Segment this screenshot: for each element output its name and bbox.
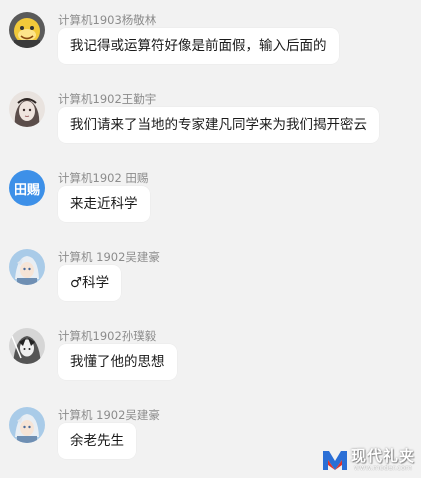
text-avatar[interactable]: 田赐 [9, 170, 45, 206]
message-bubble[interactable]: 余老先生 [58, 423, 136, 459]
message-bubble[interactable]: 我记得或运算符好像是前面假，输入后面的 [58, 28, 339, 64]
anime-character-avatar-icon[interactable] [9, 249, 45, 285]
sender-name: 计算机1902王勤宇 [58, 92, 157, 106]
monochrome-character-avatar-icon[interactable] [9, 328, 45, 364]
yellow-cartoon-avatar-icon[interactable] [9, 12, 45, 48]
sketch-portrait-avatar-icon[interactable] [9, 91, 45, 127]
watermark-url: www.moder.com [353, 464, 412, 472]
message-bubble[interactable]: 来走近科学 [58, 186, 150, 222]
sender-name: 计算机1902孙璞毅 [58, 329, 157, 343]
site-watermark: 现代礼夹 www.moder.com [322, 448, 415, 472]
sender-name: 计算机 1902吴建豪 [58, 250, 160, 264]
message-bubble[interactable]: 我懂了他的思想 [58, 344, 177, 380]
watermark-logo-icon [322, 451, 347, 470]
message-bubble[interactable]: ♂科学 [58, 265, 122, 301]
sender-name: 计算机1902 田赐 [58, 171, 149, 185]
watermark-title: 现代礼夹 [350, 447, 415, 465]
chat-message-list: 计算机1903杨敬林 我记得或运算符好像是前面假，输入后面的 计算机1902王勤… [0, 0, 421, 478]
sender-name: 计算机 1902吴建豪 [58, 408, 160, 422]
anime-character-avatar-icon[interactable] [9, 407, 45, 443]
message-bubble[interactable]: 我们请来了当地的专家建凡同学来为我们揭开密云 [58, 107, 379, 143]
sender-name: 计算机1903杨敬林 [58, 13, 157, 27]
